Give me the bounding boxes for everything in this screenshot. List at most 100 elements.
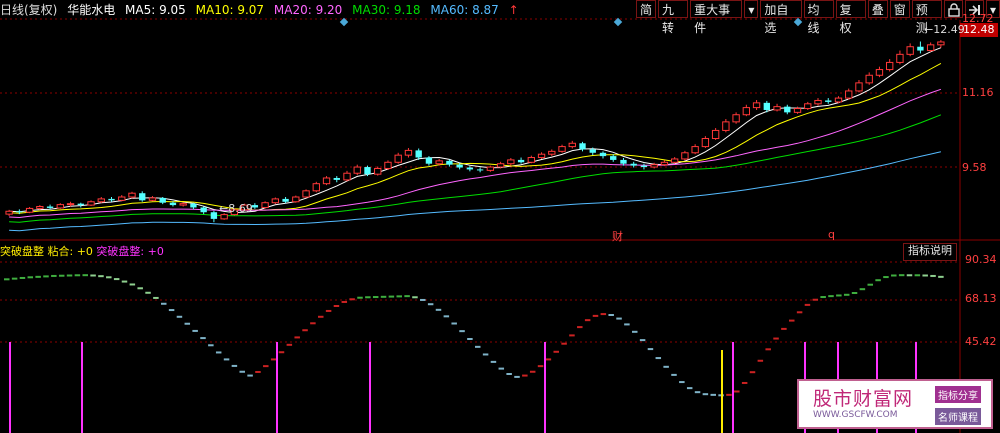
candle-body	[200, 207, 207, 213]
candle-body	[527, 157, 535, 163]
candle-body	[568, 142, 576, 148]
period-label[interactable]: 日线(复权)	[0, 3, 57, 17]
indicator-axis-low: 45.42	[965, 335, 997, 348]
candle-body	[732, 114, 740, 123]
low-price-annotation: ←8.69	[219, 202, 253, 215]
chart-header: 日线(复权) 华能水电 MA5: 9.05 MA10: 9.07 MA20: 9…	[0, 0, 632, 20]
ma-line-button[interactable]: 均线	[803, 0, 834, 35]
chart-grid	[0, 18, 1000, 433]
candle-body	[599, 152, 607, 157]
candle-body	[701, 138, 710, 148]
indicator-help-button[interactable]: 指标说明	[903, 243, 957, 261]
candle-body	[394, 154, 402, 163]
indicator-name[interactable]: 突破盘整	[0, 245, 44, 258]
candle-body	[804, 103, 812, 110]
ma30-value: MA30: 9.18	[352, 3, 421, 17]
candle-body	[46, 206, 54, 208]
add-watchlist-button[interactable]: 加自选	[760, 0, 802, 35]
signal-bars	[9, 342, 917, 433]
candle-body	[681, 152, 689, 160]
chart-toolbar: 简 九转 重大事件 ▾ 加自选 均线 复权 叠 窗 预测 ▾	[634, 0, 1000, 35]
candle-body	[97, 198, 105, 203]
candle-body	[537, 153, 546, 159]
candle-body	[139, 193, 146, 201]
watermark-tag-share: 指标分享	[935, 386, 981, 403]
watermark-tag-course: 名师课程	[935, 408, 981, 425]
window-button[interactable]: 窗	[889, 0, 910, 18]
chevron-down-icon[interactable]: ▾	[744, 0, 759, 18]
candle-body	[108, 198, 115, 201]
watermark-title: 股市财富网	[813, 388, 914, 410]
candle-body	[834, 97, 843, 103]
major-events-button[interactable]: 重大事件	[690, 0, 743, 35]
candle-body	[159, 197, 166, 203]
candle-body	[855, 82, 863, 92]
candle-body	[825, 100, 832, 102]
candle-body	[87, 201, 95, 206]
current-price-badge: 12.48	[960, 23, 998, 37]
nine-turn-button[interactable]: 九转	[658, 0, 689, 35]
candle-body	[845, 90, 853, 99]
candle-body	[5, 210, 13, 215]
candle-body	[374, 167, 382, 175]
candle-body	[610, 156, 617, 160]
candle-body	[220, 214, 228, 220]
simple-button[interactable]: 简	[636, 0, 657, 18]
candle-body	[333, 177, 340, 180]
candle-body	[456, 164, 463, 168]
forecast-button[interactable]: 预测	[911, 0, 942, 35]
ma60-value: MA60: 8.87	[430, 3, 499, 17]
candle-body	[558, 146, 566, 152]
candle-body	[271, 198, 280, 204]
candle-body	[742, 107, 751, 116]
candle-body	[425, 157, 433, 164]
high-price-value: 12.49	[933, 23, 965, 36]
candle-body	[906, 46, 914, 55]
watermark-url: WWW.GSCFW.COM	[813, 410, 898, 420]
candle-body	[548, 150, 556, 155]
overlay-button[interactable]: 叠	[867, 0, 888, 18]
candle-body	[926, 44, 935, 52]
candle-body	[670, 158, 679, 163]
candle-body	[865, 74, 873, 84]
finance-marker[interactable]: 财	[612, 228, 623, 244]
candle-body	[507, 159, 515, 165]
candle-body	[56, 204, 64, 209]
stick-value: 粘合: +0	[47, 245, 93, 258]
candle-body	[793, 108, 802, 113]
q-marker[interactable]: q	[828, 228, 835, 241]
indicator-series	[4, 274, 944, 397]
ma5-value: MA5: 9.05	[125, 3, 186, 17]
candle-body	[466, 167, 474, 170]
candle-body	[773, 106, 781, 111]
candle-body	[784, 106, 791, 113]
lock-icon[interactable]	[943, 0, 963, 18]
candle-body	[496, 163, 505, 168]
candle-body	[77, 203, 84, 206]
candle-body	[261, 202, 269, 208]
ma30-line	[9, 114, 942, 223]
candle-body	[364, 167, 371, 175]
price-label-mid: 11.16	[962, 86, 994, 99]
candle-body	[302, 190, 310, 198]
candle-body	[118, 196, 126, 201]
candle-body	[763, 102, 770, 110]
candle-body	[384, 161, 392, 169]
candle-body	[25, 207, 34, 213]
adjust-button[interactable]: 复权	[835, 0, 866, 35]
candle-body	[579, 143, 586, 150]
stock-name: 华能水电	[67, 3, 116, 17]
kline-chart[interactable]	[0, 0, 1000, 433]
candle-body	[435, 160, 443, 165]
candle-body	[486, 166, 495, 171]
candle-body	[128, 192, 136, 198]
candle-body	[190, 203, 197, 208]
candle-body	[650, 164, 658, 168]
candle-body	[937, 41, 945, 46]
candle-body	[517, 159, 525, 163]
candle-body	[896, 53, 904, 63]
candle-body	[917, 46, 924, 51]
ma10-line	[9, 62, 942, 214]
candle-body	[66, 203, 75, 206]
candle-body	[16, 211, 23, 213]
